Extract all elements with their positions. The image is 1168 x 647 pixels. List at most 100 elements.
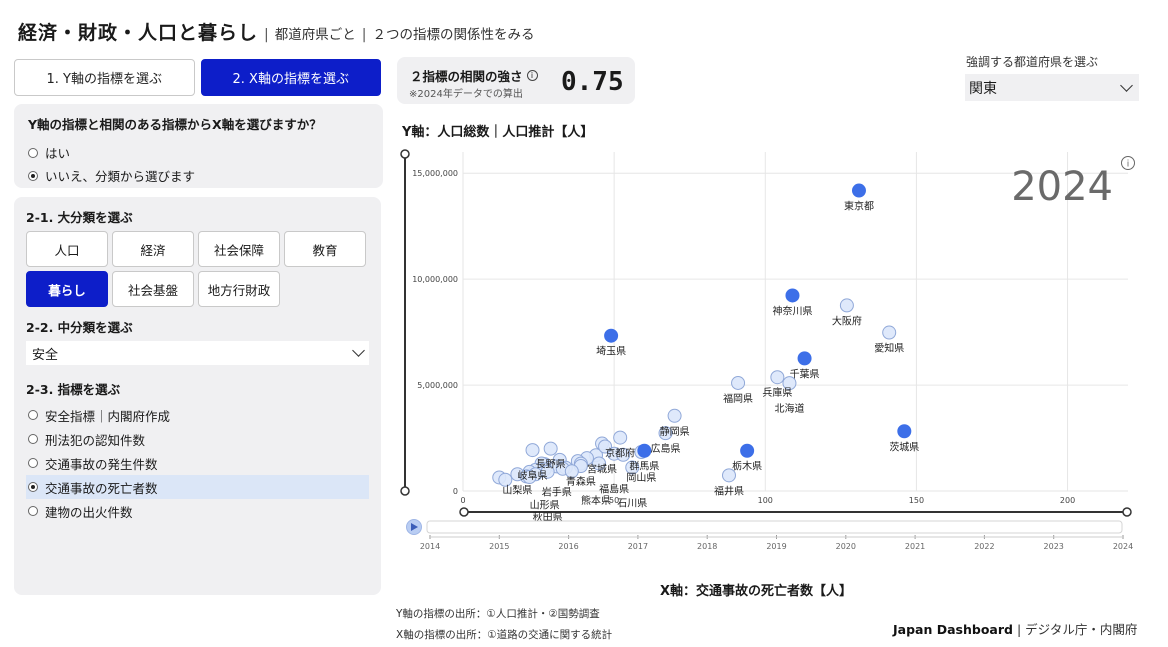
data-point-茨城県[interactable] (897, 424, 912, 439)
data-label-神奈川県: 神奈川県 (772, 304, 812, 317)
radio-label: はい (45, 146, 71, 161)
indicator-option-label: 交通事故の発生件数 (45, 456, 158, 472)
data-label-山形県: 山形県 (530, 499, 560, 511)
data-point-神奈川県[interactable] (785, 288, 800, 303)
scatter-chart: 05,000,00010,000,00015,000,0000 50 100 150 2… (400, 149, 1135, 551)
data-point-栃木県[interactable] (740, 443, 755, 458)
data-point-東京都[interactable] (851, 183, 866, 198)
indicator-option[interactable]: 安全指標｜内閣府作成 (26, 403, 369, 427)
indicator-option[interactable]: 建物の出火件数 (26, 499, 369, 523)
data-label-岡山県: 岡山県 (626, 472, 656, 484)
data-label-群馬県: 群馬県 (629, 460, 659, 473)
chevron-down-icon (1120, 78, 1133, 92)
year-label: 2024 (1011, 164, 1113, 210)
prefecture-select-label: 強調する都道府県を選ぶ (966, 55, 1099, 69)
data-label-兵庫県: 兵庫県 (762, 386, 792, 399)
timeline-year-label: 2014 (420, 542, 440, 551)
x-range-slider-handle[interactable] (459, 507, 469, 517)
tab-y-axis-indicator[interactable]: 1. Y軸の指標を選ぶ (14, 59, 195, 96)
radio-option-no[interactable]: いいえ、分類から選びます (28, 164, 369, 187)
radio-button[interactable] (28, 170, 38, 181)
y-range-slider-handle[interactable] (400, 486, 410, 496)
data-point-大阪府[interactable] (839, 298, 854, 313)
timeline-year-label: 2024 (1113, 542, 1133, 551)
y-tick-label: 0 (453, 487, 458, 496)
data-point-愛知県[interactable] (882, 325, 897, 340)
data-label-東京都: 東京都 (844, 200, 874, 213)
footer-credit: Japan Dashboard | デジタル庁・内閣府 (893, 619, 1137, 638)
correlation-card: ２指標の相関の強さ i ※2024年データでの算出 0.75 (397, 57, 635, 104)
data-label-北海道: 北海道 (774, 402, 804, 415)
info-icon-glyph: i (1127, 160, 1130, 170)
data-label-京都府: 京都府 (605, 447, 635, 460)
step-tabs: 1. Y軸の指標を選ぶ 2. X軸の指標を選ぶ (14, 59, 381, 96)
data-label-石川県: 石川県 (617, 497, 647, 509)
data-point-香川県[interactable] (564, 464, 579, 479)
indicator-option-label: 刑法犯の認知件数 (45, 432, 146, 448)
radio-option-yes[interactable]: はい (28, 141, 369, 164)
data-label-山梨県: 山梨県 (502, 483, 532, 496)
indicator-option[interactable]: 刑法犯の認知件数 (26, 427, 369, 451)
indicator-label: 2-3. 指標を選ぶ (26, 382, 121, 397)
category-button-living[interactable]: 暮らし (26, 271, 108, 307)
data-point-静岡県[interactable] (667, 408, 682, 423)
info-icon[interactable]: i (526, 70, 538, 81)
tab-x-axis-indicator[interactable]: 2. X軸の指標を選ぶ (200, 59, 381, 96)
radio-button[interactable] (28, 482, 38, 492)
timeline-track[interactable] (426, 520, 1123, 534)
data-label-埼玉県: 埼玉県 (596, 345, 626, 358)
y-source-note: Y軸の指標の出所：①人口推計・②国勢調査 (396, 608, 600, 620)
indicator-option-label: 安全指標｜内閣府作成 (45, 408, 171, 424)
select-value: 安全 (32, 347, 59, 363)
indicator-option-label: 建物の出火件数 (45, 504, 133, 520)
correlation-value: 0.75 (561, 67, 624, 97)
data-label-岩手県: 岩手県 (542, 485, 572, 498)
radio-button[interactable] (28, 458, 38, 468)
x-range-slider-handle[interactable] (1122, 507, 1132, 517)
middle-category-select[interactable]: 安全 (26, 341, 369, 365)
correlation-question-panel: Y軸の指標と相関のある指標からX軸を選びますか？ はい いいえ、分類から選びます (14, 104, 383, 188)
prefecture-select[interactable]: 関東 (965, 74, 1139, 101)
radio-button[interactable] (28, 147, 38, 158)
x-tick-label: 100 (758, 496, 773, 505)
radio-label: いいえ、分類から選びます (45, 169, 196, 184)
indicator-option-selected[interactable]: 交通事故の死亡者数 (26, 475, 369, 499)
y-tick-label: 5,000,000 (417, 381, 458, 390)
y-axis-title: Y軸：人口総数｜人口推計【人】 (402, 125, 594, 140)
x-tick-label: 0 (460, 496, 465, 505)
radio-button[interactable] (28, 434, 38, 444)
data-label-福井県: 福井県 (714, 484, 744, 497)
data-label-岐阜県: 岐阜県 (518, 469, 548, 482)
category-button-population[interactable]: 人口 (26, 231, 108, 267)
indicator-selection-panel: 2-1. 大分類を選ぶ 人口 経済 社会保障 教育 暮らし 社会基盤 地方行財政… (14, 197, 381, 595)
timeline-year-label: 2023 (1044, 542, 1064, 551)
brand-name: Japan Dashboard (893, 622, 1013, 637)
category-button-social-security[interactable]: 社会保障 (198, 231, 280, 267)
category-button-economy[interactable]: 経済 (112, 231, 194, 267)
indicator-option[interactable]: 交通事故の発生件数 (26, 451, 369, 475)
category-button-local-finance[interactable]: 地方行財政 (198, 271, 280, 307)
data-label-千葉県: 千葉県 (790, 367, 820, 380)
radio-button[interactable] (28, 410, 38, 420)
data-point-京都府[interactable] (613, 430, 628, 445)
timeline-year-label: 2021 (905, 542, 925, 551)
page-subtitle-2: ２つの指標の関係性をみる (372, 27, 535, 43)
category-button-education[interactable]: 教育 (284, 231, 366, 267)
data-point-長野県[interactable] (543, 441, 558, 456)
middle-category-label: 2-2. 中分類を選ぶ (26, 320, 133, 335)
timeline-year-label: 2018 (697, 542, 717, 551)
y-range-slider-handle[interactable] (400, 149, 410, 159)
timeline-year-label: 2015 (489, 542, 509, 551)
data-point-千葉県[interactable] (797, 351, 812, 366)
data-point-福岡県[interactable] (731, 375, 746, 390)
data-point-埼玉県[interactable] (604, 328, 619, 343)
data-point-群馬県[interactable] (637, 443, 652, 458)
data-point-岐阜県[interactable] (525, 443, 540, 458)
data-label-愛知県: 愛知県 (874, 342, 904, 355)
indicator-option-label: 交通事故の死亡者数 (45, 480, 158, 496)
data-point-兵庫県[interactable] (770, 370, 785, 385)
radio-button[interactable] (28, 506, 38, 516)
question-text: Y軸の指標と相関のある指標からX軸を選びますか？ (28, 117, 322, 132)
timeline-year-label: 2016 (558, 542, 578, 551)
category-button-infrastructure[interactable]: 社会基盤 (112, 271, 194, 307)
